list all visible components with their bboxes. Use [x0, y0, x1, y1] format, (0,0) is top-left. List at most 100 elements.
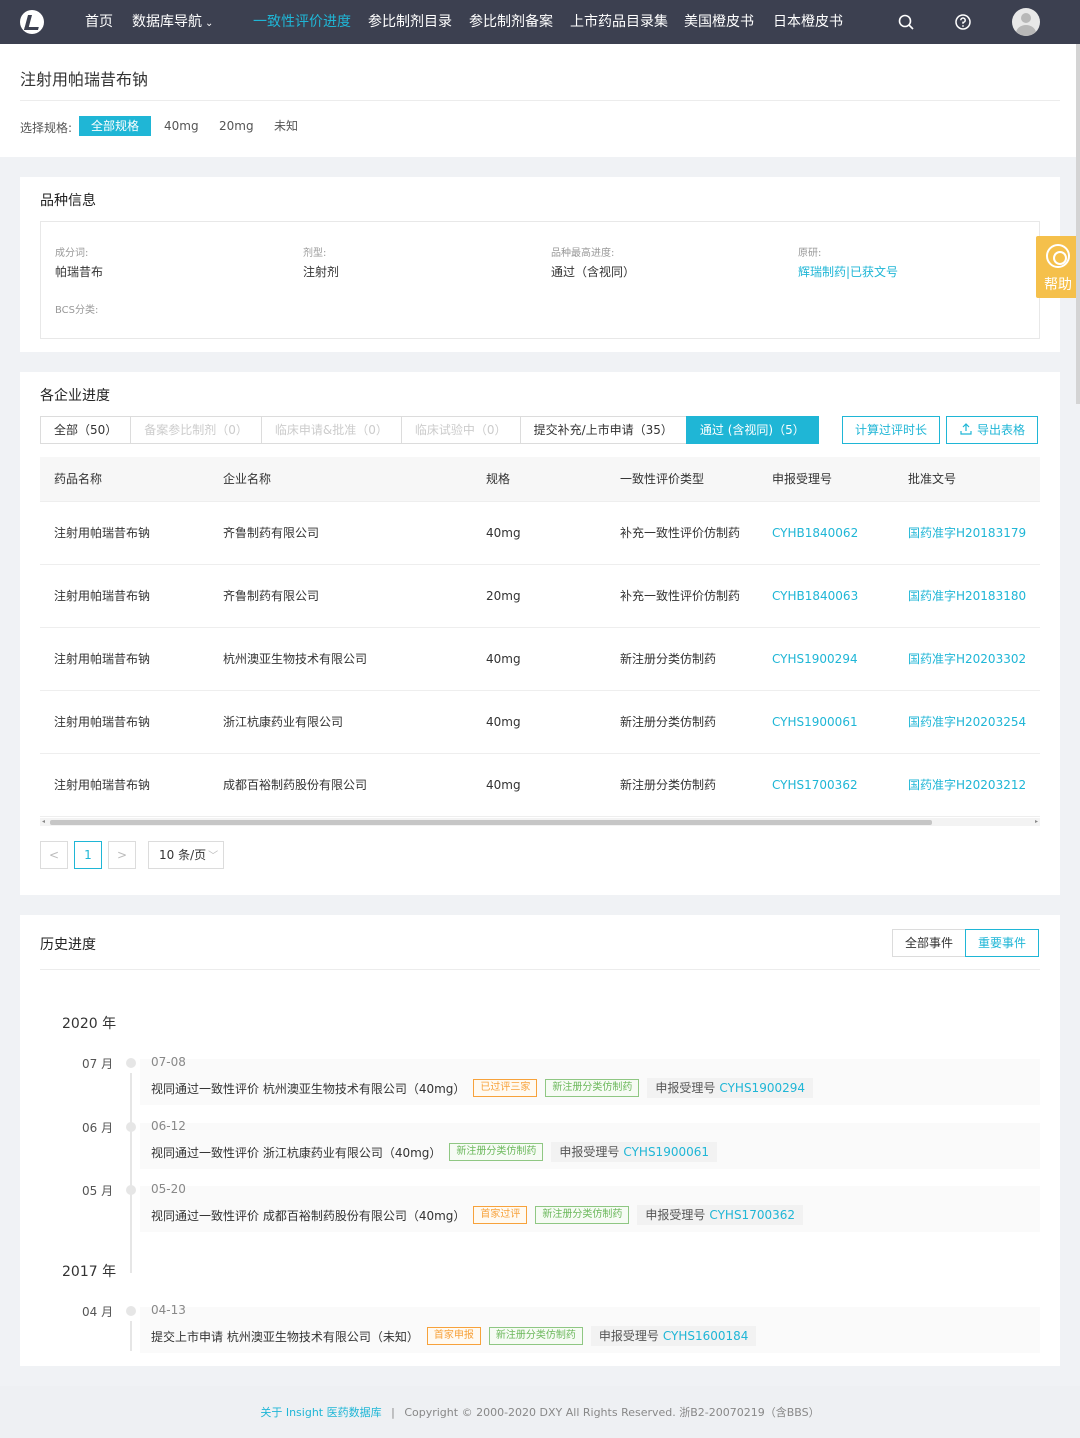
event-date: 04-13: [151, 1303, 186, 1317]
cell-spec: 40mg: [486, 526, 521, 540]
spec-option-20mg[interactable]: 20mg: [207, 116, 266, 136]
tab-passed[interactable]: 通过 (含视同)（5）: [685, 416, 819, 444]
enterprise-progress-title: 各企业进度: [40, 388, 110, 404]
timeline-line: [130, 1321, 132, 1351]
cell-application-no[interactable]: CYHB1840063: [772, 565, 858, 628]
event-code-link[interactable]: CYHS1600184: [663, 1329, 749, 1343]
calc-review-time-button[interactable]: 计算过评时长: [842, 416, 941, 444]
customer-service-icon: [1046, 244, 1070, 268]
cell-spec: 20mg: [486, 589, 521, 603]
search-icon[interactable]: [897, 13, 915, 31]
nav-consistency-progress[interactable]: 一致性评价进度: [253, 13, 351, 31]
timeline-dot: [126, 1058, 136, 1068]
event-text: 视同通过一致性评价 浙江杭康药业有限公司（40mg）: [151, 1145, 442, 1160]
event-description: 视同通过一致性评价 成都百裕制药股份有限公司（40mg） 首家过评 新注册分类仿制药…: [151, 1205, 804, 1225]
cell-approval-no[interactable]: 国药准字H20183179: [908, 502, 1026, 565]
ingredient-label: 成分词:: [55, 248, 89, 259]
event-code-link[interactable]: CYHS1700362: [709, 1208, 795, 1222]
event-month: 07 月: [82, 1057, 114, 1071]
top-navbar: 首页 数据库导航 ⌄ 一致性评价进度 参比制剂目录 参比制剂备案 上市药品目录集 …: [0, 0, 1080, 44]
help-button[interactable]: 帮助: [1036, 236, 1080, 298]
cell-approval-no[interactable]: 国药准字H20183180: [908, 565, 1026, 628]
cell-approval-no[interactable]: 国药准字H20203254: [908, 691, 1026, 754]
event-code-link[interactable]: CYHS1900294: [719, 1081, 805, 1095]
cell-drug-name: 注射用帕瑞昔布钠: [54, 589, 151, 603]
cell-drug-name: 注射用帕瑞昔布钠: [54, 715, 151, 729]
divider: [40, 969, 1040, 970]
cell-evaluation-type: 新注册分类仿制药: [620, 652, 717, 666]
nav-reference-catalog[interactable]: 参比制剂目录: [368, 13, 452, 31]
page-scrollbar[interactable]: [1076, 44, 1080, 404]
table-horizontal-scrollbar[interactable]: ◂ ▸: [40, 818, 1040, 826]
footer-copyright: Copyright © 2000-2020 DXY All Rights Res…: [404, 1406, 820, 1419]
all-events-button[interactable]: 全部事件: [892, 929, 967, 957]
bcs-label: BCS分类:: [55, 305, 99, 316]
scroll-right-icon[interactable]: ▸: [1035, 818, 1038, 826]
spec-option-all[interactable]: 全部规格: [79, 116, 152, 136]
scroll-thumb[interactable]: [50, 820, 932, 825]
timeline-line: [130, 1073, 132, 1273]
event-month: 04 月: [82, 1305, 114, 1319]
footer-about-link[interactable]: 关于 Insight 医药数据库: [260, 1406, 381, 1419]
cell-approval-no[interactable]: 国药准字H20203212: [908, 754, 1026, 817]
scroll-left-icon[interactable]: ◂: [42, 818, 45, 826]
nav-database-navigation[interactable]: 数据库导航 ⌄: [132, 13, 213, 33]
originator-label: 原研:: [798, 248, 822, 259]
table-header: 药品名称 企业名称 规格 一致性评价类型 申报受理号 批准文号: [40, 457, 1040, 502]
event-month: 06 月: [82, 1121, 114, 1135]
tab-clinical-application[interactable]: 临床申请&批准（0）: [260, 416, 402, 444]
spec-option-unknown[interactable]: 未知: [262, 116, 310, 136]
cell-application-no[interactable]: CYHB1840062: [772, 502, 858, 565]
important-events-button[interactable]: 重要事件: [965, 929, 1040, 957]
footer: 关于 Insight 医药数据库 | Copyright © 2000-2020…: [0, 1386, 1080, 1438]
event-text: 视同通过一致性评价 杭州澳亚生物技术有限公司（40mg）: [151, 1081, 466, 1096]
event-application-code: 申报受理号 CYHS1900294: [647, 1078, 814, 1098]
next-page-button[interactable]: >: [108, 841, 136, 869]
page-1-button[interactable]: 1: [74, 841, 102, 869]
nav-us-orange-book[interactable]: 美国橙皮书: [684, 13, 754, 31]
cell-company: 浙江杭康药业有限公司: [223, 715, 344, 729]
cell-company: 齐鲁制药有限公司: [223, 589, 320, 603]
cell-application-no[interactable]: CYHS1900294: [772, 628, 858, 691]
cell-spec: 40mg: [486, 778, 521, 792]
nav-reference-filing[interactable]: 参比制剂备案: [469, 13, 553, 31]
spec-option-40mg[interactable]: 40mg: [152, 116, 211, 136]
event-date: 06-12: [151, 1119, 186, 1133]
chevron-down-icon: ﹀: [208, 851, 219, 862]
cell-application-no[interactable]: CYHS1700362: [772, 754, 858, 817]
column-evaluation-type: 一致性评价类型: [620, 472, 705, 486]
nav-jp-orange-book[interactable]: 日本橙皮书: [773, 13, 843, 31]
export-table-button[interactable]: 导出表格: [946, 416, 1039, 444]
column-application-no: 申报受理号: [772, 472, 833, 486]
event-tag: 新注册分类仿制药: [535, 1206, 630, 1224]
divider: [20, 100, 1060, 101]
tab-supplement-application[interactable]: 提交补充/上市申请（35）: [519, 416, 687, 444]
table-row: 注射用帕瑞昔布钠 成都百裕制药股份有限公司 40mg 新注册分类仿制药 CYHS1700…: [40, 754, 1040, 817]
column-drug-name: 药品名称: [54, 472, 103, 486]
tab-reference-filing[interactable]: 备案参比制剂（0）: [130, 416, 262, 444]
event-code-link[interactable]: CYHS1900061: [623, 1145, 709, 1159]
tab-all[interactable]: 全部（50）: [40, 416, 132, 444]
logo-icon[interactable]: [20, 10, 44, 34]
originator-link[interactable]: 辉瑞制药|已获文号: [798, 263, 898, 280]
avatar-icon[interactable]: [1012, 8, 1040, 36]
cell-approval-no[interactable]: 国药准字H20203302: [908, 628, 1026, 691]
help-circle-icon[interactable]: [954, 13, 972, 31]
event-date: 05-20: [151, 1182, 186, 1196]
tab-clinical-trial[interactable]: 临床试验中（0）: [400, 416, 521, 444]
page-size-select[interactable]: 10 条/页 ﹀: [148, 841, 224, 869]
prev-page-button[interactable]: <: [40, 841, 68, 869]
chevron-down-icon: ⌄: [205, 18, 214, 29]
upload-icon: [960, 423, 972, 435]
dosage-form-value: 注射剂: [303, 265, 340, 279]
history-card: 历史进度 全部事件 重要事件 2020 年 2017 年 07 月 07-08 视同…: [20, 915, 1060, 1366]
nav-home[interactable]: 首页: [85, 13, 113, 31]
table-row: 注射用帕瑞昔布钠 浙江杭康药业有限公司 40mg 新注册分类仿制药 CYHS190006…: [40, 691, 1040, 754]
cell-spec: 40mg: [486, 715, 521, 729]
event-text: 提交上市申请 杭州澳亚生物技术有限公司（未知）: [151, 1329, 419, 1344]
nav-listed-drugs[interactable]: 上市药品目录集: [570, 13, 668, 31]
timeline-dot: [126, 1306, 136, 1316]
cell-application-no[interactable]: CYHS1900061: [772, 691, 858, 754]
table-row: 注射用帕瑞昔布钠 齐鲁制药有限公司 40mg 补充一致性评价仿制药 CYHB184006…: [40, 502, 1040, 565]
variety-info-title: 品种信息: [40, 193, 96, 209]
